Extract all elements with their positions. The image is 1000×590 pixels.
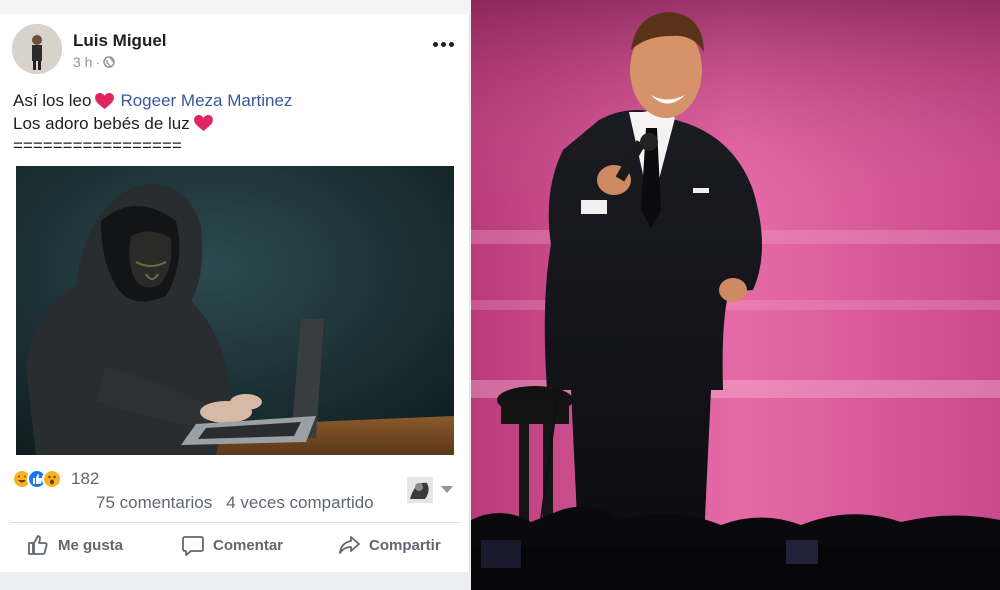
post-text-intro: Así los leo bbox=[13, 91, 92, 110]
dot-icon bbox=[440, 41, 446, 47]
top-strip bbox=[0, 0, 470, 14]
wow-icon bbox=[42, 469, 62, 489]
avatar[interactable] bbox=[12, 24, 62, 74]
dot-icon bbox=[432, 41, 438, 47]
post-text-line-3: ================= bbox=[13, 136, 182, 155]
comments-count[interactable]: 75 comentarios bbox=[96, 493, 212, 513]
meta-separator: · bbox=[95, 54, 101, 70]
facebook-post: Luis Miguel 3 h · Así los leo Rogeer Mez… bbox=[0, 0, 470, 590]
author-name[interactable]: Luis Miguel bbox=[73, 31, 167, 51]
post-image-hacker[interactable] bbox=[16, 166, 454, 455]
globe-icon bbox=[103, 56, 115, 68]
reaction-summary[interactable]: 182 bbox=[12, 469, 99, 489]
chevron-down-icon[interactable] bbox=[441, 486, 453, 493]
like-button[interactable]: Me gusta bbox=[26, 533, 123, 557]
post-text-line-2: Los adoro bebés de luz bbox=[13, 113, 292, 136]
thumbs-up-icon bbox=[28, 535, 48, 555]
like-label: Me gusta bbox=[58, 536, 124, 554]
heart-icon bbox=[193, 115, 213, 132]
post-stats: 75 comentarios 4 veces compartido bbox=[96, 493, 374, 513]
bottom-strip bbox=[0, 572, 470, 590]
action-bar: Me gusta Comentar Compartir bbox=[0, 528, 470, 564]
viewer-avatar-thumbnail[interactable] bbox=[407, 477, 433, 503]
concert-photo bbox=[471, 0, 1000, 590]
more-options-button[interactable] bbox=[428, 34, 458, 54]
comment-button[interactable]: Comentar bbox=[181, 533, 283, 557]
post-text: Así los leo Rogeer Meza Martinez Los ado… bbox=[13, 90, 292, 158]
post-text-line-1: Así los leo Rogeer Meza Martinez bbox=[13, 90, 292, 113]
mention-link[interactable]: Rogeer Meza Martinez bbox=[120, 90, 292, 113]
reaction-count: 182 bbox=[71, 469, 100, 488]
share-button[interactable]: Compartir bbox=[337, 533, 441, 557]
post-meta: 3 h · bbox=[73, 54, 115, 70]
share-label: Compartir bbox=[369, 536, 441, 554]
comment-icon bbox=[182, 536, 204, 556]
post-time[interactable]: 3 h bbox=[73, 54, 92, 70]
heart-icon bbox=[95, 92, 115, 109]
share-arrow-icon bbox=[339, 536, 360, 554]
shares-count[interactable]: 4 veces compartido bbox=[226, 493, 373, 513]
dot-icon bbox=[448, 41, 454, 47]
post-text-love: Los adoro bebés de luz bbox=[13, 113, 190, 133]
comment-label: Comentar bbox=[213, 536, 284, 554]
action-divider bbox=[10, 522, 460, 523]
